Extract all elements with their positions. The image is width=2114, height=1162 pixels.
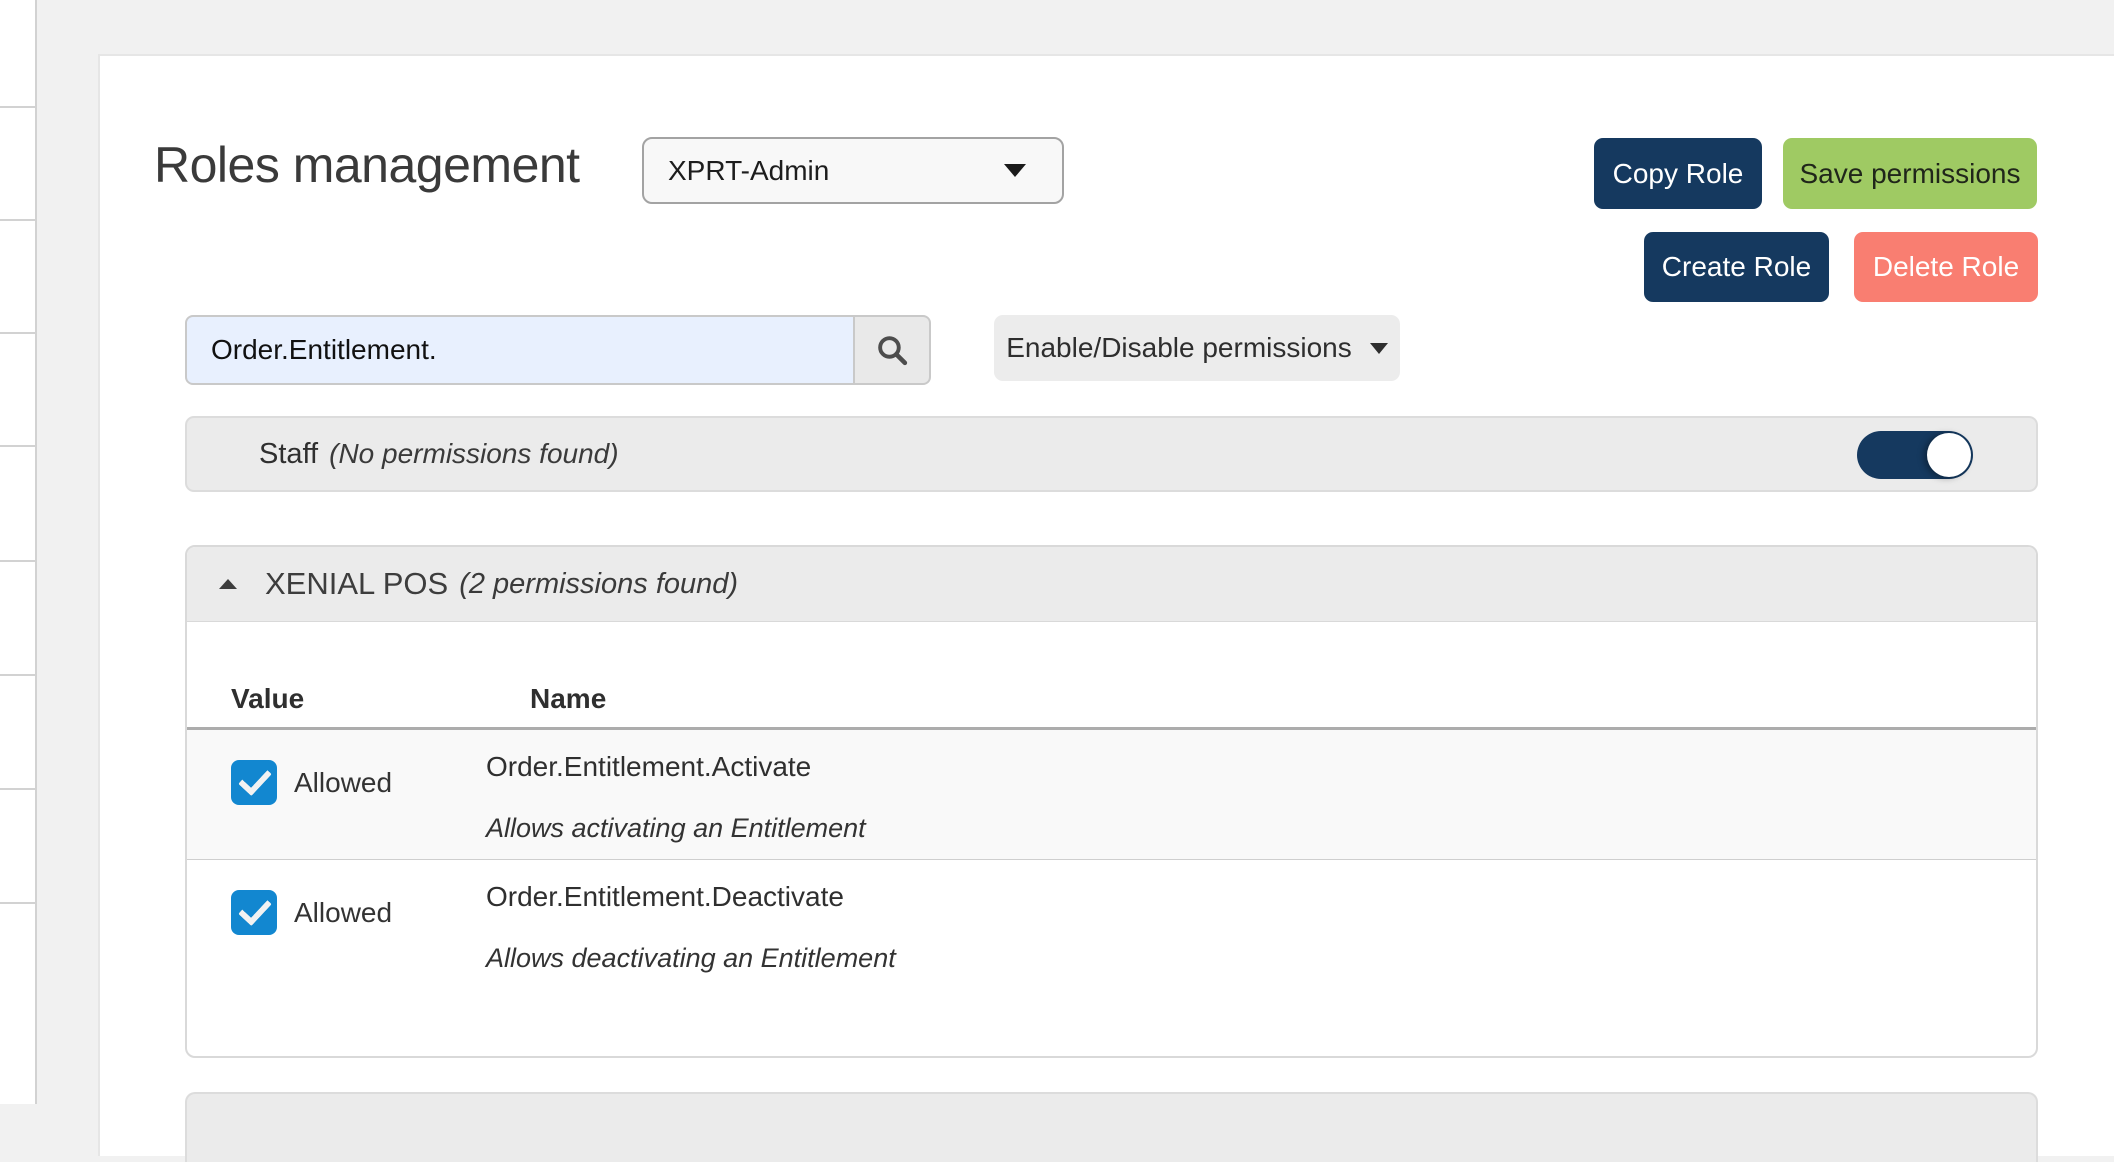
permission-name: Order.Entitlement.Activate — [486, 750, 2036, 784]
sidebar-divider — [0, 788, 35, 790]
column-header-name: Name — [530, 683, 606, 715]
permission-description: Allows deactivating an Entitlement — [486, 942, 2036, 974]
sidebar-divider — [0, 902, 35, 904]
staff-permissions-toggle[interactable] — [1857, 431, 1973, 479]
value-cell: Allowed — [187, 730, 486, 859]
table-row: Allowed Order.Entitlement.Activate Allow… — [187, 730, 2036, 860]
allowed-label: Allowed — [294, 760, 392, 805]
allowed-checkbox-checked[interactable] — [231, 760, 277, 805]
enable-disable-label: Enable/Disable permissions — [1006, 332, 1352, 364]
sidebar-divider — [0, 219, 35, 221]
sidebar-divider — [0, 674, 35, 676]
sidebar-divider — [0, 106, 35, 108]
search-button[interactable] — [855, 315, 931, 385]
permission-description: Allows activating an Entitlement — [486, 812, 2036, 844]
role-select-value: XPRT-Admin — [668, 155, 829, 187]
page-title: Roles management — [154, 137, 580, 195]
allowed-checkbox-checked[interactable] — [231, 890, 277, 935]
caret-down-icon — [1004, 164, 1026, 177]
section-header-staff[interactable]: Staff (No permissions found) — [185, 416, 2038, 492]
permission-search-group — [185, 315, 931, 385]
search-icon — [874, 332, 910, 368]
permission-name: Order.Entitlement.Deactivate — [486, 880, 2036, 914]
value-cell: Allowed — [187, 860, 486, 993]
sidebar-divider — [0, 560, 35, 562]
name-cell: Order.Entitlement.Activate Allows activa… — [486, 730, 2036, 859]
roles-management-card: Roles management XPRT-Admin Copy Role Sa… — [98, 54, 2114, 1156]
section-panel-xenial-pos: XENIAL POS (2 permissions found) Value N… — [185, 545, 2038, 1058]
permission-search-input[interactable] — [185, 315, 855, 385]
section-note: (No permissions found) — [329, 438, 618, 470]
section-name: XENIAL POS — [265, 566, 448, 602]
sidebar-divider — [0, 445, 35, 447]
name-cell: Order.Entitlement.Deactivate Allows deac… — [486, 860, 2036, 993]
role-select-dropdown[interactable]: XPRT-Admin — [642, 137, 1064, 204]
permissions-table-header: Value Name — [187, 622, 2036, 727]
caret-down-icon — [1370, 343, 1388, 354]
save-permissions-button[interactable]: Save permissions — [1783, 138, 2037, 209]
sidebar-edge — [0, 0, 37, 1104]
collapse-caret-up-icon[interactable] — [219, 579, 237, 589]
sidebar-divider — [0, 332, 35, 334]
column-header-value: Value — [231, 683, 304, 715]
enable-disable-permissions-dropdown[interactable]: Enable/Disable permissions — [994, 315, 1400, 381]
next-section-header-partial[interactable] — [185, 1092, 2038, 1162]
delete-role-button[interactable]: Delete Role — [1854, 232, 2038, 302]
table-row: Allowed Order.Entitlement.Deactivate All… — [187, 860, 2036, 993]
section-name: Staff — [259, 438, 318, 471]
toggle-knob — [1927, 433, 1971, 477]
section-note: (2 permissions found) — [459, 568, 738, 601]
copy-role-button[interactable]: Copy Role — [1594, 138, 1762, 209]
allowed-label: Allowed — [294, 890, 392, 935]
create-role-button[interactable]: Create Role — [1644, 232, 1829, 302]
section-header-xenial-pos[interactable]: XENIAL POS (2 permissions found) — [187, 547, 2036, 622]
